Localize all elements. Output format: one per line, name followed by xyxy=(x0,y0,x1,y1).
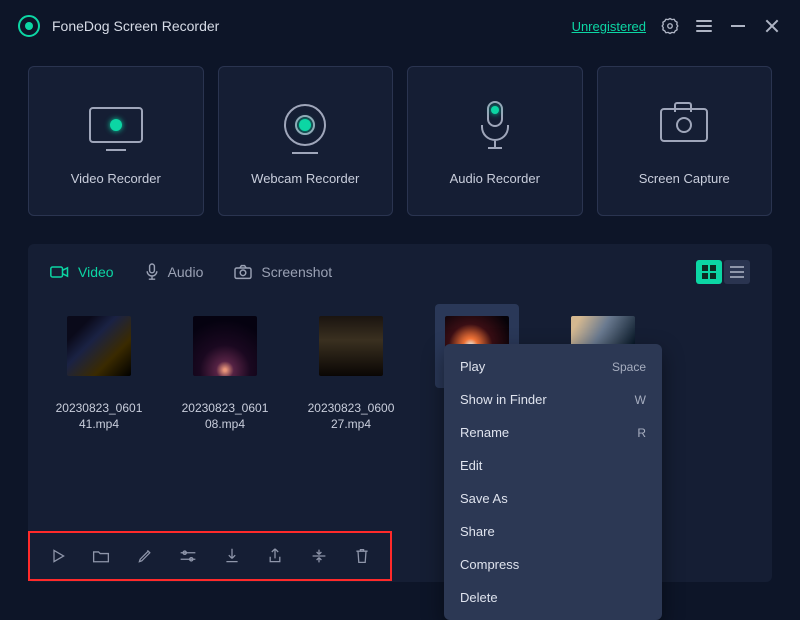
edit-button[interactable] xyxy=(132,543,158,569)
ctx-label: Save As xyxy=(460,491,508,506)
library-item-filename: 20230823_060108.mp4 xyxy=(180,400,270,432)
thumbnail-icon xyxy=(193,316,257,376)
ctx-shortcut: W xyxy=(635,393,646,407)
context-menu: Play Space Show in Finder W Rename R Edit S… xyxy=(444,344,662,620)
ctx-show-in-finder[interactable]: Show in Finder W xyxy=(444,383,662,416)
delete-button[interactable] xyxy=(349,543,375,569)
compress-button[interactable] xyxy=(306,543,332,569)
monitor-icon xyxy=(89,107,143,143)
ctx-label: Share xyxy=(460,524,495,539)
ctx-share[interactable]: Share xyxy=(444,515,662,548)
ctx-rename[interactable]: Rename R xyxy=(444,416,662,449)
microphone-small-icon xyxy=(144,263,160,281)
app-title: FoneDog Screen Recorder xyxy=(52,18,219,34)
tab-screenshot-label: Screenshot xyxy=(261,264,332,280)
audio-recorder-label: Audio Recorder xyxy=(450,171,540,186)
settings-icon[interactable] xyxy=(660,16,680,36)
camera-icon xyxy=(660,108,708,142)
thumbnail-icon xyxy=(319,316,383,376)
screen-capture-label: Screen Capture xyxy=(639,171,730,186)
save-button[interactable] xyxy=(219,543,245,569)
minimize-button[interactable] xyxy=(728,16,748,36)
ctx-compress[interactable]: Compress xyxy=(444,548,662,581)
microphone-icon xyxy=(481,101,509,149)
play-button[interactable] xyxy=(45,543,71,569)
screen-capture-card[interactable]: Screen Capture xyxy=(597,66,773,216)
menu-icon[interactable] xyxy=(694,16,714,36)
recorder-modes: Video Recorder Webcam Recorder Audio Rec… xyxy=(0,52,800,216)
video-recorder-card[interactable]: Video Recorder xyxy=(28,66,204,216)
webcam-recorder-label: Webcam Recorder xyxy=(251,171,359,186)
ctx-shortcut: Space xyxy=(612,360,646,374)
list-view-button[interactable] xyxy=(724,260,750,284)
ctx-play[interactable]: Play Space xyxy=(444,350,662,383)
video-recorder-label: Video Recorder xyxy=(71,171,161,186)
grid-icon xyxy=(702,265,716,279)
library-item-filename: 20230823_060141.mp4 xyxy=(54,400,144,432)
ctx-label: Play xyxy=(460,359,485,374)
open-folder-button[interactable] xyxy=(88,543,114,569)
ctx-label: Rename xyxy=(460,425,509,440)
share-button[interactable] xyxy=(262,543,288,569)
close-button[interactable] xyxy=(762,16,782,36)
library-item[interactable]: 20230823_060027.mp4 xyxy=(306,304,396,432)
webcam-icon xyxy=(284,104,326,146)
titlebar: FoneDog Screen Recorder Unregistered xyxy=(0,0,800,52)
ctx-save-as[interactable]: Save As xyxy=(444,482,662,515)
brand-logo-icon xyxy=(18,15,40,37)
tab-video-label: Video xyxy=(78,264,114,280)
registration-status-link[interactable]: Unregistered xyxy=(572,19,646,34)
library-item[interactable]: 20230823_060141.mp4 xyxy=(54,304,144,432)
video-camera-icon xyxy=(50,264,70,280)
library-toolbar xyxy=(28,531,392,581)
ctx-edit[interactable]: Edit xyxy=(444,449,662,482)
library-item[interactable]: 20230823_060108.mp4 xyxy=(180,304,270,432)
tab-video[interactable]: Video xyxy=(50,264,114,280)
ctx-label: Show in Finder xyxy=(460,392,547,407)
ctx-label: Compress xyxy=(460,557,519,572)
ctx-shortcut: R xyxy=(637,426,646,440)
ctx-label: Edit xyxy=(460,458,482,473)
list-icon xyxy=(730,266,744,278)
webcam-recorder-card[interactable]: Webcam Recorder xyxy=(218,66,394,216)
library-tabs: Video Audio Screenshot xyxy=(28,244,772,300)
tab-audio[interactable]: Audio xyxy=(144,263,204,281)
tab-screenshot[interactable]: Screenshot xyxy=(233,264,332,280)
adjust-button[interactable] xyxy=(175,543,201,569)
ctx-delete[interactable]: Delete xyxy=(444,581,662,614)
camera-small-icon xyxy=(233,264,253,280)
library-item-filename: 20230823_060027.mp4 xyxy=(306,400,396,432)
grid-view-button[interactable] xyxy=(696,260,722,284)
tab-audio-label: Audio xyxy=(168,264,204,280)
thumbnail-icon xyxy=(67,316,131,376)
audio-recorder-card[interactable]: Audio Recorder xyxy=(407,66,583,216)
